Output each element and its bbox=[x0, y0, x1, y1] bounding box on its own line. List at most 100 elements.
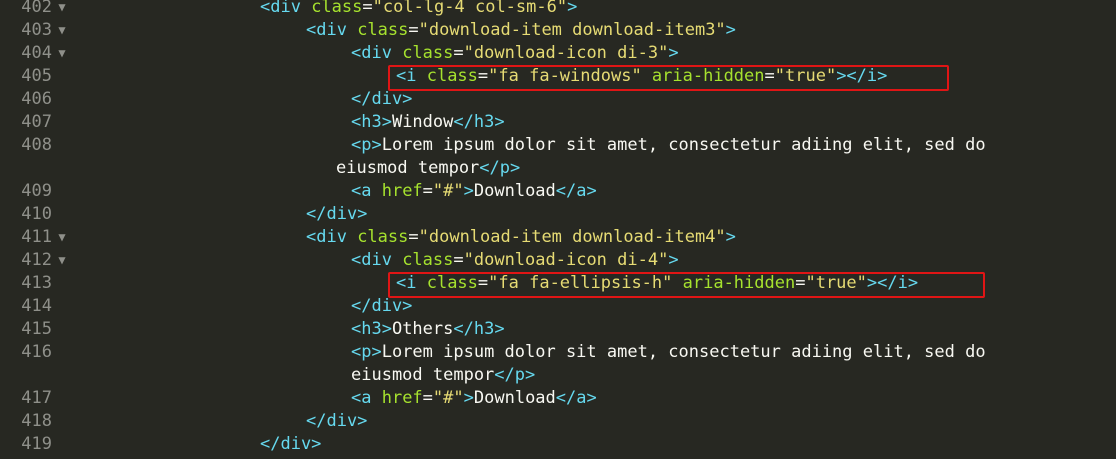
code-token: class bbox=[357, 20, 409, 40]
code-token: <h3> bbox=[351, 319, 392, 339]
code-token: </div> bbox=[306, 204, 368, 224]
code-token: = bbox=[422, 181, 433, 201]
code-token: <div bbox=[260, 0, 312, 17]
code-token: "download-icon di-3" bbox=[463, 43, 669, 63]
code-token: <div bbox=[351, 250, 403, 270]
code-token: Lorem ipsum dolor sit amet, consectetur … bbox=[381, 342, 986, 362]
code-line[interactable]: 419 </div> bbox=[0, 433, 1116, 456]
code-content: <div class="download-icon di-4"> bbox=[351, 249, 679, 272]
code-token: href bbox=[381, 181, 423, 201]
code-token: = bbox=[453, 250, 464, 270]
fold-toggle-icon[interactable]: ▼ bbox=[56, 0, 68, 19]
code-content: <div class="download-item download-item3… bbox=[306, 19, 736, 42]
code-token: aria-hidden bbox=[641, 66, 765, 86]
fold-toggle-icon[interactable]: ▼ bbox=[56, 19, 68, 42]
code-line[interactable]: 406 </div> bbox=[0, 88, 1116, 111]
code-token: ></i> bbox=[866, 273, 919, 293]
code-token: = bbox=[477, 273, 489, 293]
code-editor[interactable]: 402 ▼ <div class="col-lg-4 col-sm-6"> 403 ▼ <… bbox=[0, 0, 1116, 459]
code-token: </div> bbox=[260, 434, 322, 454]
line-number: 404 bbox=[21, 43, 52, 63]
code-token: = bbox=[408, 227, 419, 247]
code-content: <p>Lorem ipsum dolor sit amet, consectet… bbox=[351, 341, 986, 364]
line-number: 417 bbox=[21, 388, 52, 408]
code-token: </h3> bbox=[453, 112, 505, 132]
line-number: 411 bbox=[21, 227, 52, 247]
code-token: <div bbox=[306, 20, 358, 40]
code-line[interactable]: 413 <i class="fa fa-ellipsis-h" aria-hidd… bbox=[0, 272, 1116, 295]
code-line[interactable]: 411 ▼ <div class="download-item download-i… bbox=[0, 226, 1116, 249]
code-token: Lorem ipsum dolor sit amet, consectetur … bbox=[381, 135, 986, 155]
code-content: eiusmod tempor</p> bbox=[351, 364, 535, 387]
code-token: "download-item download-item3" bbox=[418, 20, 726, 40]
code-token: "fa fa-windows" bbox=[488, 66, 642, 86]
code-content: </div> bbox=[306, 203, 367, 226]
code-token: class bbox=[357, 227, 409, 247]
code-token: class bbox=[402, 250, 454, 270]
code-content: <p>Lorem ipsum dolor sit amet, consectet… bbox=[351, 134, 986, 157]
code-token: = bbox=[362, 0, 373, 17]
code-token: Others bbox=[391, 319, 454, 339]
line-number: 405 bbox=[21, 66, 52, 86]
code-token: = bbox=[795, 273, 806, 293]
code-token: = bbox=[477, 66, 489, 86]
code-token: class bbox=[426, 66, 478, 86]
code-content: eiusmod tempor</p> bbox=[336, 157, 520, 180]
line-number: 410 bbox=[21, 204, 52, 224]
code-token: > bbox=[567, 0, 578, 17]
code-line[interactable]: 402 ▼ <div class="col-lg-4 col-sm-6"> bbox=[0, 0, 1116, 19]
code-line[interactable]: 403 ▼ <div class="download-item download-i… bbox=[0, 19, 1116, 42]
code-token: Download bbox=[473, 388, 556, 408]
code-token: = bbox=[422, 388, 433, 408]
code-token: </div> bbox=[306, 411, 368, 431]
code-content: </div> bbox=[351, 88, 412, 111]
code-line[interactable]: 407 <h3>Window</h3> bbox=[0, 111, 1116, 134]
code-line[interactable]: 404 ▼ <div class="download-icon di-3"> bbox=[0, 42, 1116, 65]
code-token: "true" bbox=[774, 66, 837, 86]
line-number: 407 bbox=[21, 112, 52, 132]
code-token: ></i> bbox=[836, 66, 888, 86]
fold-toggle-icon[interactable]: ▼ bbox=[56, 249, 68, 272]
code-line[interactable]: eiusmod tempor</p> bbox=[0, 364, 1116, 387]
code-token: </a> bbox=[555, 388, 597, 408]
code-line[interactable]: 414 </div> bbox=[0, 295, 1116, 318]
code-token: "#" bbox=[432, 181, 464, 201]
code-token: <div bbox=[351, 43, 403, 63]
code-line[interactable]: 417 <a href="#">Download</a> bbox=[0, 387, 1116, 410]
code-line[interactable]: 405 <i class="fa fa-windows" aria-hidden=… bbox=[0, 65, 1116, 88]
line-number: 419 bbox=[21, 434, 52, 454]
code-token: Window bbox=[391, 112, 454, 132]
code-token: "true" bbox=[805, 273, 867, 293]
code-line[interactable]: 410 </div> bbox=[0, 203, 1116, 226]
code-line[interactable]: 418 </div> bbox=[0, 410, 1116, 433]
code-line[interactable]: 415 <h3>Others</h3> bbox=[0, 318, 1116, 341]
code-line[interactable]: 412 ▼ <div class="download-icon di-4"> bbox=[0, 249, 1116, 272]
line-number: 412 bbox=[21, 250, 52, 270]
code-token: </h3> bbox=[453, 319, 505, 339]
code-token: <i bbox=[396, 273, 427, 293]
fold-toggle-icon[interactable]: ▼ bbox=[56, 226, 68, 249]
code-token: <i bbox=[396, 66, 427, 86]
line-number: 402 bbox=[21, 0, 52, 17]
code-line[interactable]: 408 <p>Lorem ipsum dolor sit amet, consec… bbox=[0, 134, 1116, 157]
line-number: 406 bbox=[21, 89, 52, 109]
code-content: </div> bbox=[306, 410, 367, 433]
code-token: = bbox=[764, 66, 775, 86]
code-token: </div> bbox=[351, 89, 413, 109]
code-line[interactable]: 416 <p>Lorem ipsum dolor sit amet, consec… bbox=[0, 341, 1116, 364]
code-token: "#" bbox=[432, 388, 464, 408]
line-number: 413 bbox=[21, 273, 52, 293]
code-token: <a bbox=[351, 388, 382, 408]
code-content: <div class="download-icon di-3"> bbox=[351, 42, 679, 65]
code-content: </div> bbox=[351, 295, 412, 318]
code-token: "col-lg-4 col-sm-6" bbox=[372, 0, 568, 17]
line-number: 408 bbox=[21, 135, 52, 155]
code-token: class bbox=[426, 273, 478, 293]
code-token: = bbox=[453, 43, 464, 63]
code-token: > bbox=[725, 227, 736, 247]
fold-toggle-icon[interactable]: ▼ bbox=[56, 42, 68, 65]
code-token: > bbox=[463, 181, 474, 201]
code-line[interactable]: eiusmod tempor</p> bbox=[0, 157, 1116, 180]
code-token: aria-hidden bbox=[672, 273, 796, 293]
code-line[interactable]: 409 <a href="#">Download</a> bbox=[0, 180, 1116, 203]
